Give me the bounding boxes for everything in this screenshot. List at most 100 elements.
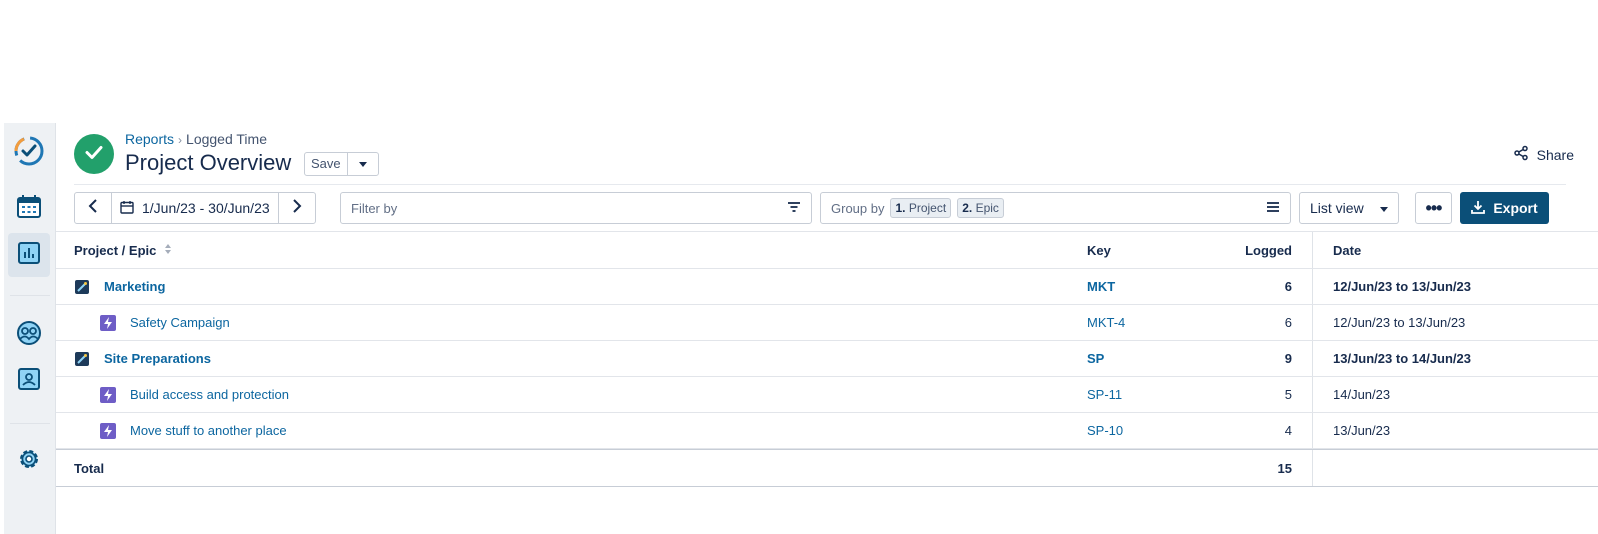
more-actions-button[interactable]: •••: [1415, 192, 1452, 224]
row-date: 12/Jun/23 to 13/Jun/23: [1333, 279, 1472, 294]
caret-down-icon: [358, 155, 367, 173]
sidebar-item-profile[interactable]: [8, 359, 50, 403]
chevron-left-icon: [88, 198, 98, 218]
user-card-icon: [17, 367, 41, 396]
save-button-group: Save: [304, 152, 379, 176]
row-project-name[interactable]: Marketing: [104, 269, 165, 304]
column-header-logged[interactable]: Logged: [1196, 232, 1292, 268]
chip-name: Epic: [975, 201, 999, 215]
row-key[interactable]: SP-10: [1087, 413, 1123, 448]
caret-down-icon: [1380, 200, 1388, 216]
page-title: Project Overview: [125, 150, 292, 175]
next-period-button[interactable]: [279, 193, 315, 223]
group-by-chip-epic[interactable]: 2. Epic: [957, 198, 1004, 218]
check-icon: [83, 141, 105, 168]
chip-number: 1.: [895, 201, 906, 215]
sort-icon: [164, 243, 172, 258]
chip-name: Project: [908, 201, 947, 215]
row-project-name[interactable]: Site Preparations: [104, 341, 211, 376]
app-logo[interactable]: [8, 131, 50, 175]
calendar-icon: [16, 193, 42, 224]
share-label: Share: [1536, 146, 1574, 163]
status-badge: [74, 134, 114, 174]
row-date: 13/Jun/23: [1333, 423, 1391, 438]
view-select[interactable]: List view: [1299, 192, 1399, 224]
header-divider: [74, 184, 1566, 185]
download-icon: [1471, 200, 1486, 217]
reports-icon: [17, 241, 41, 270]
breadcrumb: Reports › Logged Time: [125, 131, 267, 147]
total-logged: 15: [1277, 460, 1292, 476]
breadcrumb-current: Logged Time: [186, 131, 267, 147]
rail-divider: [10, 423, 50, 424]
row-logged: 6: [1284, 279, 1292, 294]
table-row[interactable]: Build access and protection SP-11 5 14/J…: [56, 377, 1598, 413]
view-select-value: List view: [1310, 200, 1364, 216]
row-epic-name[interactable]: Build access and protection: [130, 377, 289, 412]
column-header-project[interactable]: Project / Epic: [74, 232, 172, 268]
row-epic-name[interactable]: Safety Campaign: [130, 305, 230, 340]
share-button[interactable]: Share: [1513, 145, 1574, 164]
share-icon: [1513, 145, 1529, 164]
table-header-row: Project / Epic Key Logged Date: [56, 231, 1598, 269]
row-logged: 4: [1284, 423, 1292, 438]
gear-icon: [16, 446, 42, 477]
table-row[interactable]: Site Preparations SP 9 13/Jun/23 to 14/J…: [56, 341, 1598, 377]
toolbar: 1/Jun/23 - 30/Jun/23 Filter by Group by …: [56, 192, 1598, 224]
date-range-field[interactable]: 1/Jun/23 - 30/Jun/23: [111, 193, 279, 223]
total-label: Total: [74, 460, 105, 476]
save-dropdown-button[interactable]: [348, 153, 378, 175]
epic-icon: [100, 413, 116, 448]
app-window: Reports › Logged Time Project Overview Sav…: [0, 123, 1598, 534]
date-range-value: 1/Jun/23 - 30/Jun/23: [142, 200, 270, 216]
project-icon: [75, 269, 89, 304]
epic-icon: [100, 305, 116, 340]
row-logged: 6: [1284, 315, 1292, 330]
group-by-chip-project[interactable]: 1. Project: [890, 198, 952, 218]
row-epic-name[interactable]: Move stuff to another place: [130, 413, 287, 448]
column-header-date[interactable]: Date: [1333, 232, 1361, 268]
chip-number: 2.: [962, 201, 973, 215]
menu-icon[interactable]: [1266, 201, 1280, 216]
calendar-icon: [120, 200, 134, 217]
date-range-picker: 1/Jun/23 - 30/Jun/23: [74, 192, 316, 224]
breadcrumb-reports-link[interactable]: Reports: [125, 131, 174, 147]
export-label: Export: [1493, 200, 1538, 216]
sidebar-rail: [4, 123, 56, 534]
group-by-field[interactable]: Group by 1. Project 2. Epic: [820, 192, 1291, 224]
row-logged: 9: [1284, 351, 1292, 366]
row-date: 14/Jun/23: [1333, 387, 1391, 402]
row-key[interactable]: SP-11: [1087, 377, 1122, 412]
filter-placeholder: Filter by: [351, 200, 398, 216]
project-icon: [75, 341, 89, 376]
main-content: Reports › Logged Time Project Overview Sav…: [56, 123, 1598, 534]
group-by-label: Group by: [831, 200, 885, 216]
page-header: Reports › Logged Time Project Overview Sav…: [74, 131, 1594, 185]
save-button[interactable]: Save: [305, 153, 348, 175]
sidebar-item-teams[interactable]: [8, 313, 50, 357]
column-header-key[interactable]: Key: [1087, 232, 1111, 268]
table-row[interactable]: Marketing MKT 6 12/Jun/23 to 13/Jun/23: [56, 269, 1598, 305]
sidebar-item-settings[interactable]: [8, 439, 50, 483]
breadcrumb-separator: ›: [178, 133, 183, 147]
filter-input[interactable]: Filter by: [340, 192, 812, 224]
row-logged: 5: [1284, 387, 1292, 402]
epic-icon: [100, 377, 116, 412]
row-key[interactable]: SP: [1087, 341, 1104, 376]
sidebar-item-calendar[interactable]: [8, 186, 50, 230]
table-row[interactable]: Safety Campaign MKT-4 6 12/Jun/23 to 13/…: [56, 305, 1598, 341]
row-key[interactable]: MKT: [1087, 269, 1115, 304]
filter-icon[interactable]: [787, 201, 801, 216]
previous-period-button[interactable]: [75, 193, 111, 223]
column-header-label: Project / Epic: [74, 242, 157, 258]
rail-divider: [10, 295, 50, 296]
table-row[interactable]: Move stuff to another place SP-10 4 13/J…: [56, 413, 1598, 449]
export-button[interactable]: Export: [1460, 192, 1549, 224]
row-date: 12/Jun/23 to 13/Jun/23: [1333, 315, 1466, 330]
sidebar-item-reports[interactable]: [8, 233, 50, 277]
chevron-right-icon: [292, 198, 302, 218]
team-icon: [16, 320, 42, 351]
app-logo-icon: [12, 134, 46, 173]
row-key[interactable]: MKT-4: [1087, 305, 1125, 340]
table-total-row: Total 15: [56, 449, 1598, 487]
